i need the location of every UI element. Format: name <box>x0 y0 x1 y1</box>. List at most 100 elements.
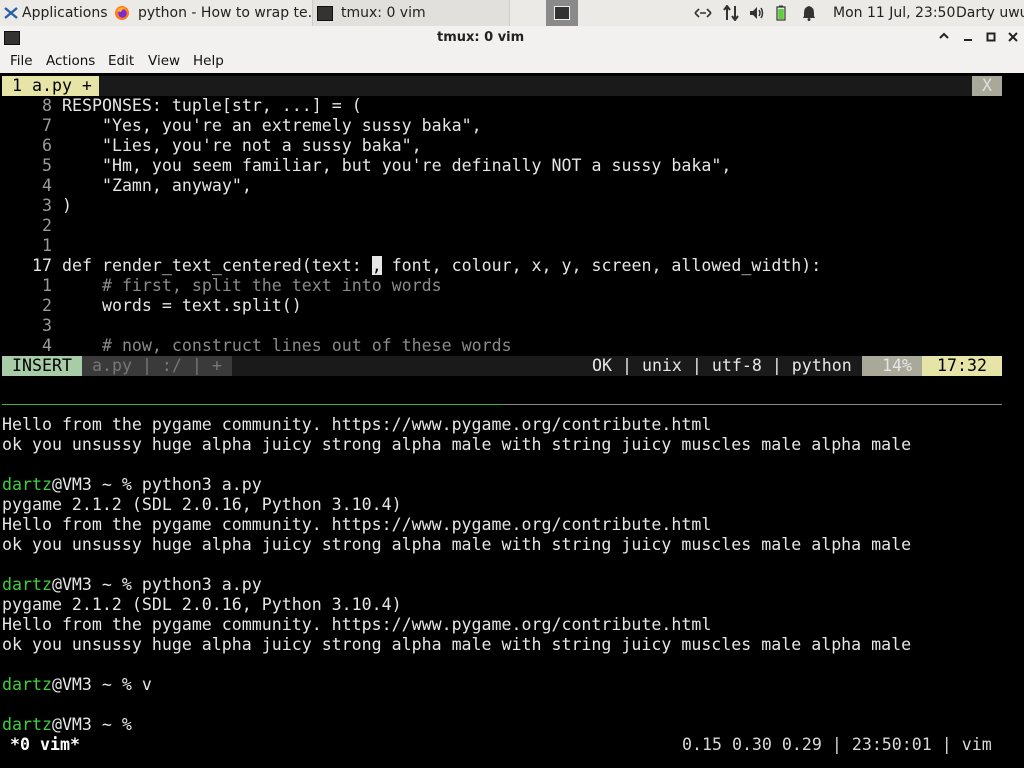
menu-bar: File Actions Edit View Help <box>0 50 1024 73</box>
vim-tab-close[interactable]: X <box>972 76 1002 96</box>
vim-code-text: "Hm, you seem familiar, but you're defin… <box>62 156 732 175</box>
shell-line: ok you unsussy huge alpha juicy strong a… <box>2 535 911 555</box>
notification-bell-icon[interactable] <box>802 0 820 26</box>
vim-code-line[interactable]: 17 def render_text_centered(text: , font,… <box>2 256 821 276</box>
shell-line: ok you unsussy huge alpha juicy strong a… <box>2 635 911 655</box>
window-maximize-toggle-icon[interactable] <box>938 30 950 46</box>
clock[interactable]: Mon 11 Jul, 23:50 <box>833 0 955 26</box>
xfce-logo-icon <box>3 5 19 21</box>
shell-output: ok you unsussy huge alpha juicy strong a… <box>2 535 912 554</box>
vim-line-number: 8 <box>42 96 52 115</box>
vim-code-text: # first, split the text into words <box>62 276 442 295</box>
applications-label: Applications <box>22 5 108 21</box>
vim-line-number: 1 <box>42 276 52 295</box>
task-browser-label: python - How to wrap te... <box>138 5 312 21</box>
menu-help[interactable]: Help <box>193 53 224 69</box>
vim-line-number: 2 <box>42 216 52 235</box>
shell-line: ok you unsussy huge alpha juicy strong a… <box>2 435 911 455</box>
window-terminal-icon[interactable] <box>4 31 20 45</box>
vim-tab[interactable]: 1 a.py + <box>2 76 99 96</box>
vim-line-number: 17 <box>32 256 52 275</box>
window-minimize-icon[interactable] <box>962 31 974 47</box>
vim-code-line[interactable]: 6 "Lies, you're not a sussy baka", <box>2 136 422 156</box>
vim-line-number: 4 <box>42 176 52 195</box>
vim-cursor-position: 17:32 <box>922 356 1002 376</box>
vim-code-text: # now, construct lines out of these word… <box>62 336 512 355</box>
vim-file-format: OK | unix | utf-8 | python <box>592 356 852 375</box>
vim-line-number: 7 <box>42 116 52 135</box>
window-title: tmux: 0 vim <box>437 30 525 45</box>
task-terminal-label: tmux: 0 vim <box>341 5 426 21</box>
workspace-terminal-icon <box>554 6 570 20</box>
terminal-icon <box>317 5 333 21</box>
menu-edit[interactable]: Edit <box>108 53 134 69</box>
menu-file[interactable]: File <box>10 53 33 69</box>
terminal[interactable]: 1 a.py + X 8 RESPONSES: tuple[str, ...] =… <box>0 74 1024 768</box>
vim-cursor: , <box>371 256 382 275</box>
task-browser[interactable]: python - How to wrap te... <box>110 0 312 26</box>
prompt-command: @VM3 ~ % python3 a.py <box>51 575 262 594</box>
top-panel: Applications python - How to wrap te... … <box>0 0 1024 27</box>
prompt-user: dartz <box>2 715 52 734</box>
vim-code-line[interactable]: 4 "Zamn, anyway", <box>2 176 252 196</box>
vim-code-line[interactable]: 8 RESPONSES: tuple[str, ...] = ( <box>2 96 362 116</box>
window-titlebar[interactable]: tmux: 0 vim <box>0 26 1024 51</box>
shell-output: ok you unsussy huge alpha juicy strong a… <box>2 635 912 654</box>
vim-code-line[interactable]: 4 # now, construct lines out of these wo… <box>2 336 512 356</box>
pane-separator <box>502 404 1002 405</box>
shell-output: Hello from the pygame community. https:/… <box>2 415 712 434</box>
task-terminal[interactable]: tmux: 0 vim <box>312 0 510 26</box>
shell-line: Hello from the pygame community. https:/… <box>2 415 711 435</box>
prompt-command: @VM3 ~ % <box>51 715 142 734</box>
vim-code-text: "Zamn, anyway", <box>62 176 252 195</box>
workspace-switcher[interactable] <box>546 0 578 26</box>
vim-scroll-percent: 14% <box>862 356 922 376</box>
vim-code-line[interactable]: 2 <box>2 216 62 236</box>
applications-menu[interactable]: Applications <box>0 0 110 26</box>
vim-code-line[interactable]: 2 words = text.split() <box>2 296 302 316</box>
volume-icon[interactable] <box>748 0 768 26</box>
vim-line-number: 5 <box>42 156 52 175</box>
prompt-user: dartz <box>2 675 52 694</box>
vim-line-number: 3 <box>42 316 52 335</box>
shell-line: pygame 2.1.2 (SDL 2.0.16, Python 3.10.4) <box>2 595 402 615</box>
shell-line: dartz@VM3 ~ % python3 a.py <box>2 475 262 495</box>
vim-code-text: font, colour, x, y, screen, allowed_widt… <box>381 256 822 275</box>
vim-code-text: def render_text_centered(text: <box>62 256 372 275</box>
window-restore-icon[interactable] <box>985 31 997 47</box>
vim-code-text: RESPONSES: tuple[str, ...] = ( <box>62 96 362 115</box>
vim-code-line[interactable]: 5 "Hm, you seem familiar, but you're def… <box>2 156 731 176</box>
vim-mode: INSERT <box>2 356 82 376</box>
tmux-window-list[interactable]: *0 vim* <box>10 735 80 755</box>
shell-line: Hello from the pygame community. https:/… <box>2 615 711 635</box>
vim-code-text: "Lies, you're not a sussy baka", <box>62 136 422 155</box>
vim-file-info: a.py | :/ | + <box>82 356 232 376</box>
user-menu[interactable]: Darty uwu <box>956 0 1024 26</box>
vim-code-text: words = text.split() <box>62 296 302 315</box>
vim-code-line[interactable]: 3 <box>2 316 62 336</box>
vim-code-line[interactable]: 1 # first, split the text into words <box>2 276 442 296</box>
vim-code-line[interactable]: 3) <box>2 196 72 216</box>
prompt-user: dartz <box>2 475 52 494</box>
shell-output: Hello from the pygame community. https:/… <box>2 515 712 534</box>
vim-line-number: 6 <box>42 136 52 155</box>
prompt-command: @VM3 ~ % python3 a.py <box>51 475 262 494</box>
shell-line: dartz@VM3 ~ % v <box>2 675 152 695</box>
vim-line-number: 2 <box>42 296 52 315</box>
window-close-icon[interactable] <box>1007 31 1019 47</box>
vim-line-number: 3 <box>42 196 52 215</box>
tmux-status-right: 0.15 0.30 0.29 | 23:50:01 | vim <box>682 735 992 754</box>
prompt-command: @VM3 ~ % v <box>51 675 152 694</box>
vim-tabline <box>2 76 1002 96</box>
transfer-icon[interactable] <box>722 0 742 26</box>
battery-icon[interactable] <box>776 0 792 26</box>
shell-output: pygame 2.1.2 (SDL 2.0.16, Python 3.10.4) <box>2 595 402 614</box>
vim-code-text: ) <box>62 196 72 215</box>
menu-view[interactable]: View <box>148 53 180 69</box>
shell-line: pygame 2.1.2 (SDL 2.0.16, Python 3.10.4) <box>2 495 402 515</box>
menu-actions[interactable]: Actions <box>46 53 95 69</box>
firefox-icon <box>114 5 130 21</box>
network-icon[interactable] <box>694 0 714 26</box>
vim-code-line[interactable]: 1 <box>2 236 62 256</box>
vim-code-line[interactable]: 7 "Yes, you're an extremely sussy baka", <box>2 116 482 136</box>
